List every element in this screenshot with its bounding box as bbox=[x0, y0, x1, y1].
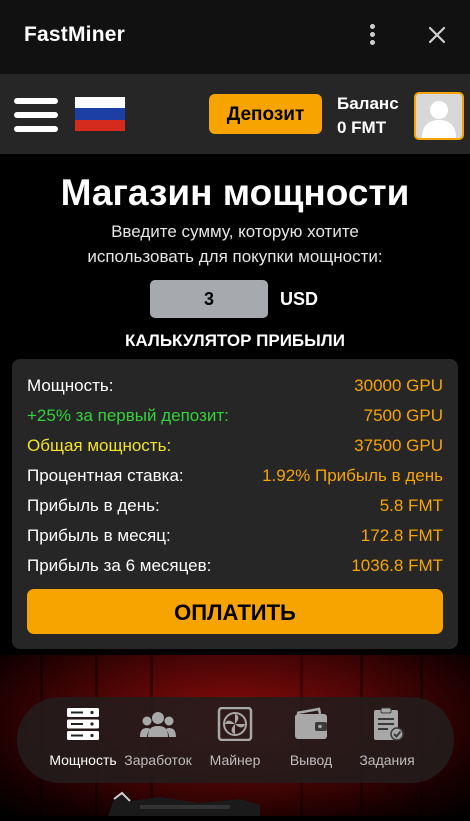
currency-label: USD bbox=[280, 289, 319, 309]
nav-item-label: Задания bbox=[359, 752, 415, 768]
calc-row-value: 1036.8 FMT bbox=[351, 556, 443, 575]
balance-label: Баланс bbox=[337, 94, 399, 113]
user-icon bbox=[422, 101, 456, 138]
nav-item-tasks[interactable]: Задания bbox=[347, 707, 427, 768]
pay-button[interactable]: ОПЛАТИТЬ bbox=[27, 589, 443, 634]
calc-row-label: Общая мощность: bbox=[27, 436, 172, 455]
calc-row-power: Мощность: 30000 GPU bbox=[27, 376, 443, 400]
nav-item-power[interactable]: Мощность bbox=[43, 707, 123, 768]
deposit-button[interactable]: Депозит bbox=[209, 94, 322, 134]
calc-row-six-month-profit: Прибыль за 6 месяцев: 1036.8 FMT bbox=[27, 556, 443, 580]
close-icon[interactable] bbox=[424, 20, 450, 50]
calc-row-label: Прибыль в месяц: bbox=[27, 526, 171, 545]
fan-icon bbox=[217, 707, 253, 741]
wallet-icon bbox=[295, 707, 327, 739]
tasks-icon bbox=[374, 707, 404, 741]
more-options-icon[interactable] bbox=[364, 22, 380, 50]
page-subtitle: Введите сумму, которую хотите использова… bbox=[87, 222, 383, 266]
calc-row-total-power: Общая мощность: 37500 GPU bbox=[27, 436, 443, 460]
calc-row-label: Процентная ставка: bbox=[27, 466, 184, 485]
mining-rig-image bbox=[100, 785, 260, 816]
bottom-nav: Мощность Заработок Майнер Вывод Задания bbox=[17, 697, 454, 783]
calc-row-value: 37500 GPU bbox=[354, 436, 443, 455]
calc-row-value: 172.8 FMT bbox=[360, 526, 443, 545]
russia-flag-icon[interactable] bbox=[75, 97, 125, 131]
balance-value: 0 FMT bbox=[337, 118, 387, 137]
balance-display: Баланс 0 FMT bbox=[337, 92, 399, 140]
calc-row-value: 30000 GPU bbox=[354, 376, 443, 395]
users-icon bbox=[140, 712, 176, 737]
amount-input[interactable] bbox=[150, 280, 268, 318]
calc-row-label: Прибыль в день: bbox=[27, 496, 160, 515]
menu-icon[interactable] bbox=[14, 98, 58, 132]
calc-row-rate: Процентная ставка: 1.92% Прибыль в день bbox=[27, 466, 443, 490]
calc-row-label: +25% за первый депозит: bbox=[27, 406, 229, 425]
nav-item-label: Вывод bbox=[289, 752, 333, 768]
server-icon bbox=[67, 708, 99, 740]
nav-item-earnings[interactable]: Заработок bbox=[118, 707, 198, 768]
calc-row-bonus: +25% за первый депозит: 7500 GPU bbox=[27, 406, 443, 430]
nav-item-label: Заработок bbox=[124, 752, 192, 768]
calc-row-label: Прибыль за 6 месяцев: bbox=[27, 556, 212, 575]
nav-item-label: Мощность bbox=[49, 752, 117, 768]
calc-row-daily-profit: Прибыль в день: 5.8 FMT bbox=[27, 496, 443, 520]
nav-item-withdraw[interactable]: Вывод bbox=[271, 707, 351, 768]
calculator-title: КАЛЬКУЛЯТОР ПРИБЫЛИ bbox=[125, 331, 345, 350]
page-title: Магазин мощности bbox=[60, 172, 410, 213]
calc-row-value: 5.8 FMT bbox=[379, 496, 443, 515]
avatar[interactable] bbox=[414, 92, 464, 140]
nav-item-miner[interactable]: Майнер bbox=[195, 707, 275, 768]
calc-row-monthly-profit: Прибыль в месяц: 172.8 FMT bbox=[27, 526, 443, 550]
nav-item-label: Майнер bbox=[209, 752, 261, 768]
calc-row-label: Мощность: bbox=[27, 376, 114, 395]
calc-row-value: 7500 GPU bbox=[363, 406, 443, 425]
calc-row-value: 1.92% Прибыль в день bbox=[262, 466, 443, 485]
app-title: FastMiner bbox=[24, 23, 125, 46]
